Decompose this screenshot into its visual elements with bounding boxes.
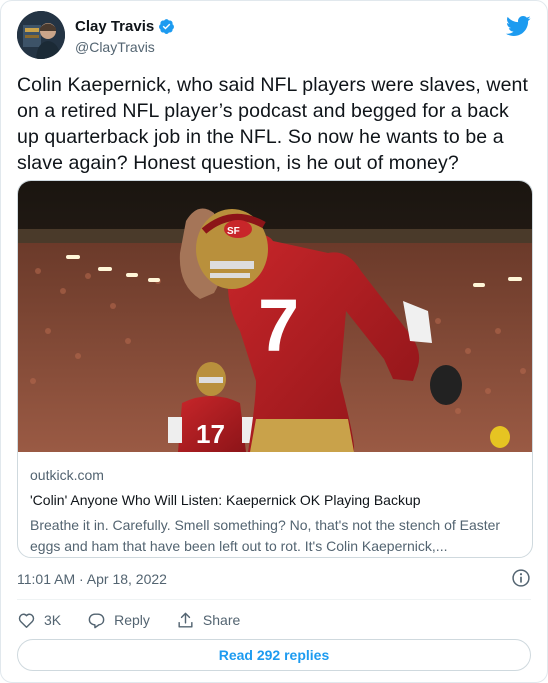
heart-icon [18, 613, 35, 628]
link-card[interactable]: 17 SF 7 outkick.com 'Colin' Anyone Who W… [17, 180, 533, 558]
read-replies-button[interactable]: Read 292 replies [17, 639, 531, 671]
info-icon[interactable] [511, 568, 531, 588]
divider [17, 599, 531, 600]
like-button[interactable]: 3K [17, 611, 61, 630]
tweet-text: Colin Kaepernick, who said NFL players w… [17, 74, 529, 174]
tweet-card: Clay Travis @ClayTravis Colin Kaepernick… [0, 0, 548, 683]
avatar[interactable] [17, 11, 65, 59]
svg-text:SF: SF [227, 226, 240, 237]
like-count: 3K [44, 612, 62, 628]
reply-button[interactable]: Reply [87, 611, 150, 630]
twitter-bird-icon[interactable] [505, 13, 531, 39]
svg-text:17: 17 [196, 419, 225, 449]
reply-label: Reply [114, 612, 150, 628]
share-button[interactable]: Share [176, 611, 240, 630]
tweet-actions: 3K Reply Share [17, 609, 266, 631]
author-handle[interactable]: @ClayTravis [75, 39, 155, 55]
tweet-timestamp[interactable]: 11:01 AM · Apr 18, 2022 [17, 570, 167, 588]
svg-text:7: 7 [258, 284, 299, 367]
share-icon [178, 612, 193, 628]
share-label: Share [202, 612, 241, 628]
tweet-header: Clay Travis @ClayTravis [17, 11, 531, 61]
reply-icon [88, 612, 105, 628]
link-card-meta: outkick.com 'Colin' Anyone Who Will List… [30, 465, 520, 557]
author-name[interactable]: Clay Travis [75, 18, 154, 35]
link-title[interactable]: 'Colin' Anyone Who Will Listen: Kaeperni… [30, 490, 520, 510]
link-domain: outkick.com [30, 467, 104, 483]
verified-badge-icon [158, 18, 175, 35]
football-player-photo: 17 SF 7 [18, 181, 532, 452]
link-description: Breathe it in. Carefully. Smell somethin… [30, 517, 501, 554]
